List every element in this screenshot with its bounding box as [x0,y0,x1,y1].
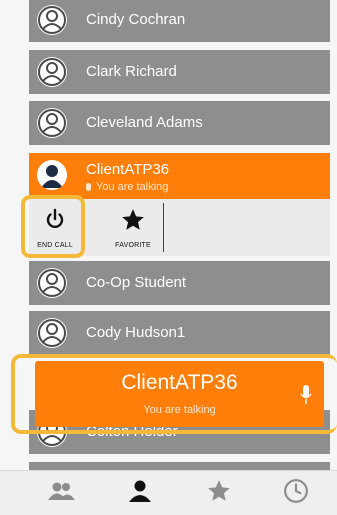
end-call-highlight [21,195,85,258]
person-icon [127,480,153,507]
call-banner-highlight [11,354,337,434]
status-text: You are talking [96,181,169,193]
contact-row[interactable] [29,462,330,470]
avatar-icon [37,268,67,298]
contact-name: Cindy Cochran [86,11,186,28]
avatar-icon [37,318,67,348]
avatar-icon [37,108,67,138]
contact-row[interactable]: Cody Hudson1 [29,311,330,355]
tab-recents[interactable] [266,471,326,515]
contact-row[interactable]: Cindy Cochran [29,0,330,42]
contact-name: Cody Hudson1 [86,324,186,341]
tab-favorites[interactable] [189,471,249,515]
tab-bar [0,470,337,515]
contact-name: Co-Op Student [86,274,187,291]
avatar-icon [37,57,67,87]
avatar-icon [37,160,67,190]
star-icon [205,478,233,509]
contact-row-active[interactable]: ClientATP36 You are talking [29,153,330,201]
divider [163,203,164,252]
star-icon [107,207,159,238]
avatar-icon [37,5,67,35]
microphone-icon [86,183,91,191]
contact-row[interactable]: Cleveland Adams [29,101,330,145]
contact-name: ClientATP36 [86,161,170,178]
tab-groups[interactable] [31,471,91,515]
favorite-label: FAVORITE [115,242,151,249]
clock-icon [283,478,309,509]
contact-row[interactable]: Clark Richard [29,50,330,94]
favorite-button[interactable]: FAVORITE [107,199,159,256]
tab-contacts[interactable] [110,471,170,515]
people-icon [46,481,76,506]
contact-row[interactable]: Co-Op Student [29,261,330,305]
contact-list[interactable]: Cindy Cochran Clark Richard Cleveland Ad… [0,0,337,470]
contact-status: You are talking [86,181,168,193]
contact-name: Clark Richard [86,63,177,80]
contact-name: Cleveland Adams [86,114,203,131]
